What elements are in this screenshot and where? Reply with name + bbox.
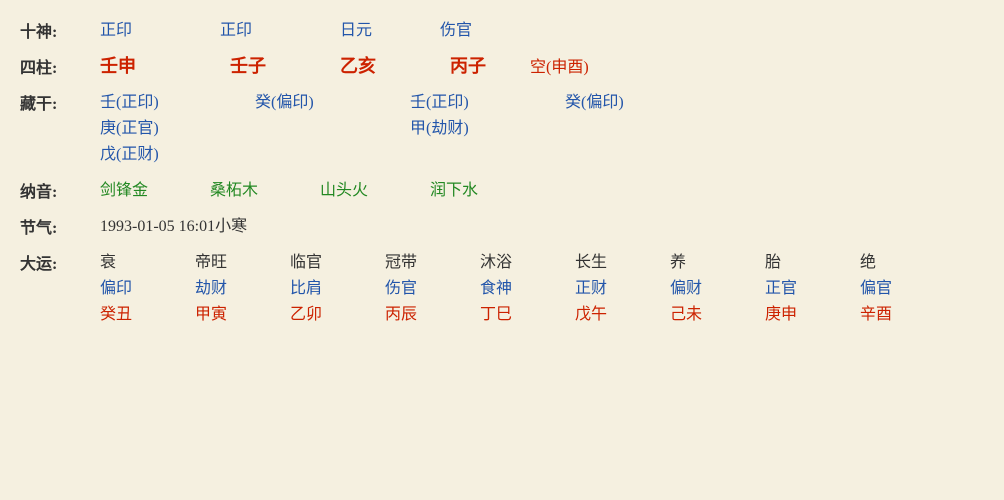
dayun-row: 大运: 衰帝旺临官冠带沐浴长生养胎绝 偏印劫财比肩伤官食神正财偏财正官偏官 癸丑… — [20, 248, 984, 326]
nayin-item-2: 山头火 — [320, 176, 430, 200]
zanggan-1-3 — [565, 114, 720, 138]
shishen-items: 正印 正印 日元 伤官 — [100, 16, 560, 40]
zanggan-block: 壬(正印) 癸(偏印) 壬(正印) 癸(偏印) 庚(正官) 甲(劫财) 戊(正财… — [100, 88, 720, 166]
sizhu-item-0: 壬申 — [100, 52, 230, 78]
dayun-r1-item-4: 沐浴 — [480, 248, 575, 272]
zanggan-row-2: 戊(正财) — [100, 140, 720, 164]
sizhu-content: 壬申 壬子 乙亥 丙子 空(申酉) — [100, 52, 984, 78]
zanggan-row-1: 庚(正官) 甲(劫财) — [100, 114, 720, 138]
zanggan-1-1 — [255, 114, 410, 138]
zanggan-row-0: 壬(正印) 癸(偏印) 壬(正印) 癸(偏印) — [100, 88, 720, 112]
sizhu-item-3: 丙子 — [450, 52, 530, 78]
dayun-r1-item-5: 长生 — [575, 248, 670, 272]
nayin-content: 剑锋金 桑柘木 山头火 润下水 — [100, 176, 984, 200]
zanggan-0-3: 癸(偏印) — [565, 88, 720, 112]
dayun-block: 衰帝旺临官冠带沐浴长生养胎绝 偏印劫财比肩伤官食神正财偏财正官偏官 癸丑甲寅乙卯… — [100, 248, 955, 326]
dayun-r3-item-8: 辛酉 — [860, 300, 955, 324]
dayun-r3-item-6: 己未 — [670, 300, 765, 324]
jieqi-text: 1993-01-05 16:01小寒 — [100, 212, 247, 236]
dayun-r3-item-7: 庚申 — [765, 300, 860, 324]
dayun-r3-item-1: 甲寅 — [195, 300, 290, 324]
dayun-r1-item-6: 养 — [670, 248, 765, 272]
shishen-item-3: 伤官 — [440, 16, 560, 40]
zanggan-content: 壬(正印) 癸(偏印) 壬(正印) 癸(偏印) 庚(正官) 甲(劫财) 戊(正财… — [100, 88, 984, 166]
jieqi-row: 节气: 1993-01-05 16:01小寒 — [20, 212, 984, 238]
dayun-r1-item-8: 绝 — [860, 248, 955, 272]
jieqi-label: 节气: — [20, 212, 100, 238]
dayun-r2-item-5: 正财 — [575, 274, 670, 298]
sizhu-item-1: 壬子 — [230, 52, 340, 78]
nayin-items: 剑锋金 桑柘木 山头火 润下水 — [100, 176, 540, 200]
dayun-r1-item-7: 胎 — [765, 248, 860, 272]
dayun-r1-item-3: 冠带 — [385, 248, 480, 272]
dayun-row-2: 偏印劫财比肩伤官食神正财偏财正官偏官 — [100, 274, 955, 298]
shishen-label: 十神: — [20, 16, 100, 42]
zanggan-0-1: 癸(偏印) — [255, 88, 410, 112]
zanggan-0-0: 壬(正印) — [100, 88, 255, 112]
dayun-r2-item-6: 偏财 — [670, 274, 765, 298]
dayun-r2-item-1: 劫财 — [195, 274, 290, 298]
zanggan-1-2: 甲(劫财) — [410, 114, 565, 138]
nayin-item-0: 剑锋金 — [100, 176, 210, 200]
dayun-r2-item-7: 正官 — [765, 274, 860, 298]
dayun-content: 衰帝旺临官冠带沐浴长生养胎绝 偏印劫财比肩伤官食神正财偏财正官偏官 癸丑甲寅乙卯… — [100, 248, 984, 326]
dayun-r2-item-3: 伤官 — [385, 274, 480, 298]
dayun-r2-item-4: 食神 — [480, 274, 575, 298]
nayin-item-1: 桑柘木 — [210, 176, 320, 200]
zanggan-0-2: 壬(正印) — [410, 88, 565, 112]
nayin-label: 纳音: — [20, 176, 100, 202]
sizhu-kong: 空(申酉) — [530, 53, 589, 77]
nayin-row: 纳音: 剑锋金 桑柘木 山头火 润下水 — [20, 176, 984, 202]
dayun-r2-item-8: 偏官 — [860, 274, 955, 298]
shishen-item-1: 正印 — [220, 16, 340, 40]
dayun-r3-item-5: 戊午 — [575, 300, 670, 324]
shishen-item-0: 正印 — [100, 16, 220, 40]
dayun-r2-item-0: 偏印 — [100, 274, 195, 298]
zanggan-2-0: 戊(正财) — [100, 140, 255, 164]
nayin-item-3: 润下水 — [430, 176, 540, 200]
dayun-r3-item-4: 丁巳 — [480, 300, 575, 324]
shishen-content: 正印 正印 日元 伤官 — [100, 16, 984, 40]
dayun-r3-item-0: 癸丑 — [100, 300, 195, 324]
sizhu-row: 四柱: 壬申 壬子 乙亥 丙子 空(申酉) — [20, 52, 984, 78]
dayun-r3-item-2: 乙卯 — [290, 300, 385, 324]
dayun-r1-item-1: 帝旺 — [195, 248, 290, 272]
zanggan-label: 藏干: — [20, 88, 100, 114]
zanggan-1-0: 庚(正官) — [100, 114, 255, 138]
shishen-item-2: 日元 — [340, 16, 440, 40]
dayun-r3-item-3: 丙辰 — [385, 300, 480, 324]
dayun-label: 大运: — [20, 248, 100, 274]
sizhu-item-2: 乙亥 — [340, 52, 450, 78]
dayun-row-1: 衰帝旺临官冠带沐浴长生养胎绝 — [100, 248, 955, 272]
dayun-row-3: 癸丑甲寅乙卯丙辰丁巳戊午己未庚申辛酉 — [100, 300, 955, 324]
dayun-r1-item-0: 衰 — [100, 248, 195, 272]
sizhu-label: 四柱: — [20, 52, 100, 78]
dayun-r1-item-2: 临官 — [290, 248, 385, 272]
zanggan-row: 藏干: 壬(正印) 癸(偏印) 壬(正印) 癸(偏印) 庚(正官) 甲(劫财) … — [20, 88, 984, 166]
shishen-row: 十神: 正印 正印 日元 伤官 — [20, 16, 984, 42]
jieqi-content: 1993-01-05 16:01小寒 — [100, 212, 984, 236]
dayun-r2-item-2: 比肩 — [290, 274, 385, 298]
sizhu-items: 壬申 壬子 乙亥 丙子 空(申酉) — [100, 52, 589, 78]
